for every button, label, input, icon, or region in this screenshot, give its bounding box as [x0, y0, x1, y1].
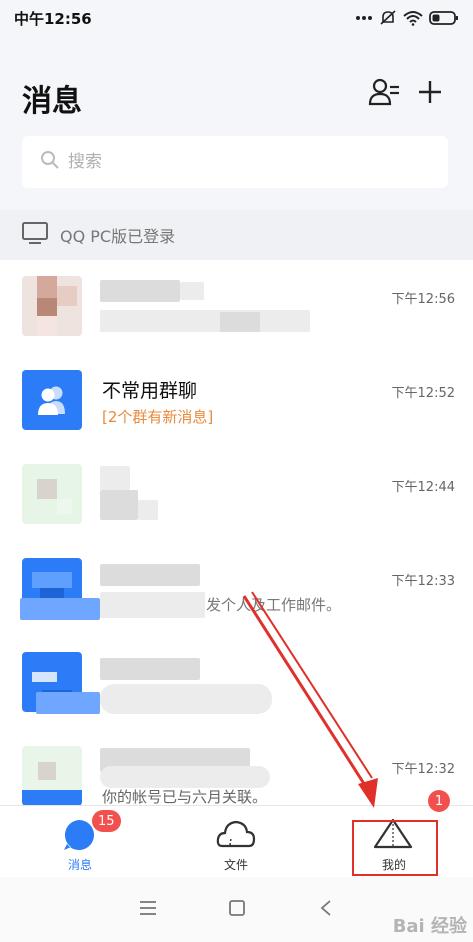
monitor-icon	[22, 222, 48, 248]
message-time: 下午12:52	[391, 386, 455, 401]
blurred-preview	[138, 500, 158, 520]
avatar	[22, 276, 82, 336]
avatar	[22, 464, 82, 524]
search-box[interactable]	[22, 136, 448, 188]
status-icons	[355, 8, 459, 28]
plus-icon	[417, 79, 443, 109]
tab-label: 文件	[223, 858, 248, 872]
search-input[interactable]	[68, 152, 368, 172]
header: 消息	[0, 36, 473, 210]
blurred-preview	[220, 312, 260, 332]
annotation-arrow	[242, 591, 378, 808]
blurred-name	[100, 466, 130, 490]
tab-label: 消息	[67, 858, 92, 872]
list-item[interactable]	[0, 636, 473, 729]
message-time: 下午12:32	[391, 762, 455, 777]
home-icon	[228, 899, 246, 921]
message-bubble-icon	[62, 818, 96, 856]
wifi-icon	[403, 10, 423, 26]
mute-icon	[379, 9, 397, 27]
group-icon	[34, 384, 70, 420]
pc-login-text: QQ PC版已登录	[60, 227, 176, 246]
blurred-preview	[100, 310, 310, 332]
blurred-avatar	[36, 692, 100, 714]
cloud-icon	[216, 818, 256, 854]
message-time: 下午12:56	[391, 292, 455, 307]
blurred-preview	[100, 490, 138, 520]
menu-button[interactable]	[133, 895, 163, 925]
blurred-name	[180, 282, 204, 300]
contact-name: 不常用群聊	[102, 380, 198, 402]
contacts-icon	[368, 77, 400, 111]
blurred-preview	[100, 592, 205, 618]
message-list: 下午12:56 不常用群聊 [2个群有新消息] 下午12:52 下午12:44	[0, 260, 473, 805]
home-button[interactable]	[222, 895, 252, 925]
contacts-button[interactable]	[366, 76, 402, 112]
more-dots-icon	[355, 14, 373, 22]
blurred-name	[100, 564, 200, 586]
list-item[interactable]: 你的帐号已与六月关联。 下午12:32	[0, 730, 473, 805]
pc-login-banner[interactable]: QQ PC版已登录	[0, 210, 473, 260]
avatar	[22, 370, 82, 430]
highlight-box	[352, 820, 438, 876]
avatar	[22, 746, 82, 805]
status-bar: 中午12:56	[0, 0, 473, 36]
status-time: 中午12:56	[14, 10, 92, 28]
message-time: 下午12:33	[391, 574, 455, 589]
blurred-name	[100, 280, 180, 302]
blurred-avatar	[20, 598, 100, 620]
battery-icon	[429, 10, 459, 26]
page-title: 消息	[22, 84, 82, 119]
notification-badge: 1	[428, 790, 450, 812]
list-item[interactable]: 不常用群聊 [2个群有新消息] 下午12:52	[0, 354, 473, 447]
blurred-name	[100, 658, 200, 680]
back-icon	[319, 899, 333, 921]
unread-badge: 15	[92, 810, 121, 832]
menu-icon	[139, 900, 157, 920]
add-button[interactable]	[412, 76, 448, 112]
back-button[interactable]	[311, 895, 341, 925]
search-icon	[40, 150, 60, 174]
message-time: 下午12:44	[391, 480, 455, 495]
list-item[interactable]: 发个人及工作邮件。 下午12:33	[0, 542, 473, 635]
list-item[interactable]: 下午12:44	[0, 448, 473, 541]
watermark: Bai 经验	[392, 916, 467, 937]
list-item[interactable]: 下午12:56	[0, 260, 473, 353]
tab-messages[interactable]: 15 消息	[20, 806, 140, 878]
message-preview: [2个群有新消息]	[102, 408, 214, 426]
